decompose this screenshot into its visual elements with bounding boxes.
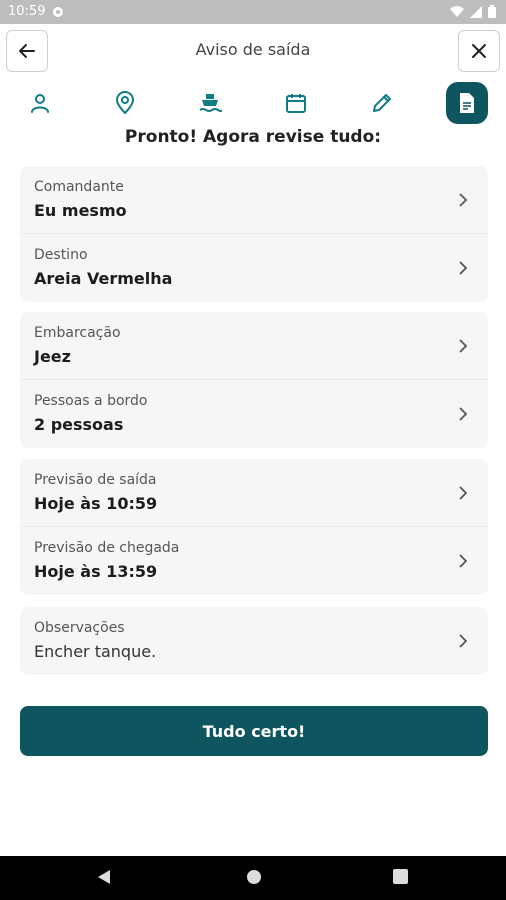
message-icon: [53, 7, 63, 17]
step-notes[interactable]: [361, 82, 403, 124]
row-label: Pessoas a bordo: [34, 393, 148, 409]
step-review[interactable]: [446, 82, 488, 124]
row-value: Jeez: [34, 347, 71, 366]
document-icon: [460, 93, 474, 113]
row-value: Encher tanque.: [34, 642, 157, 661]
system-nav-bar: [0, 856, 506, 900]
summary-card-schedule: Previsão de saída Hoje às 10:59 Previsão…: [20, 459, 488, 595]
row-label: Previsão de saída: [34, 472, 157, 488]
step-destination[interactable]: [104, 82, 146, 124]
row-value: Eu mesmo: [34, 201, 127, 220]
summary-row-departure[interactable]: Previsão de saída Hoje às 10:59: [20, 459, 488, 527]
chevron-right-icon: [459, 554, 468, 568]
row-value: 2 pessoas: [34, 415, 124, 434]
close-icon: [472, 44, 486, 58]
summary-row-notes[interactable]: Observações Encher tanque.: [20, 607, 488, 675]
wifi-icon: [450, 5, 464, 17]
step-commander[interactable]: [19, 82, 61, 124]
chevron-right-icon: [459, 407, 468, 421]
calendar-icon: [286, 94, 306, 113]
summary-row-people[interactable]: Pessoas a bordo 2 pessoas: [20, 380, 488, 448]
row-label: Embarcação: [34, 325, 121, 341]
confirm-button[interactable]: Tudo certo!: [20, 706, 488, 756]
summary-row-vessel[interactable]: Embarcação Jeez: [20, 312, 488, 380]
summary-card-vessel-people: Embarcação Jeez Pessoas a bordo 2 pessoa…: [20, 312, 488, 448]
location-pin-icon: [115, 91, 135, 115]
summary-card-commander-destination: Comandante Eu mesmo Destino Areia Vermel…: [20, 166, 488, 302]
chevron-right-icon: [459, 634, 468, 648]
boat-icon: [199, 94, 222, 112]
row-label: Previsão de chegada: [34, 540, 180, 556]
summary-row-destination[interactable]: Destino Areia Vermelha: [20, 234, 488, 302]
row-label: Observações: [34, 620, 125, 636]
close-button[interactable]: [458, 30, 500, 72]
chevron-right-icon: [459, 339, 468, 353]
step-indicator: [0, 82, 506, 126]
nav-recents-icon[interactable]: [393, 869, 408, 884]
row-value: Hoje às 10:59: [34, 494, 158, 513]
row-label: Comandante: [34, 179, 124, 195]
nav-back-icon[interactable]: [97, 869, 111, 885]
nav-home-icon[interactable]: [246, 869, 262, 885]
page-title: Aviso de saída: [195, 40, 311, 59]
chevron-right-icon: [459, 261, 468, 275]
pencil-icon: [373, 94, 391, 112]
chevron-right-icon: [459, 486, 468, 500]
summary-row-commander[interactable]: Comandante Eu mesmo: [20, 166, 488, 234]
row-value: Areia Vermelha: [34, 269, 173, 288]
row-value: Hoje às 13:59: [34, 562, 158, 581]
step-vessel[interactable]: [189, 82, 231, 124]
step-schedule[interactable]: [275, 82, 317, 124]
review-heading: Pronto! Agora revise tudo:: [124, 127, 382, 147]
summary-card-notes: Observações Encher tanque.: [20, 607, 488, 675]
person-icon: [31, 94, 49, 113]
signal-icon: [470, 5, 482, 18]
status-bar: 10:59: [0, 0, 506, 24]
chevron-right-icon: [459, 193, 468, 207]
summary-row-arrival[interactable]: Previsão de chegada Hoje às 13:59: [20, 527, 488, 595]
row-label: Destino: [34, 247, 88, 263]
status-time: 10:59: [8, 4, 46, 19]
battery-icon: [488, 5, 496, 18]
app-header: Aviso de saída: [0, 24, 506, 76]
